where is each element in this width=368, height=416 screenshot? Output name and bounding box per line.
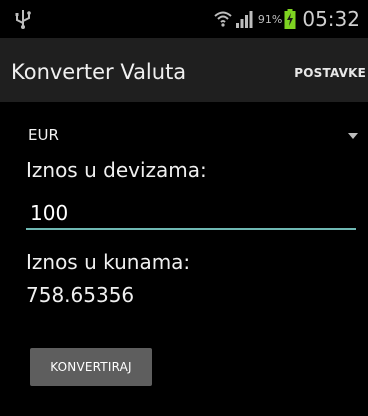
- signal-icon: [235, 11, 253, 28]
- battery-percent: 91%: [257, 12, 283, 26]
- settings-button[interactable]: POSTAVKE: [294, 66, 366, 80]
- battery-charging-icon: [284, 9, 296, 29]
- status-icons: 91% 05:32: [213, 6, 360, 32]
- foreign-amount-label: Iznos u devizama:: [26, 158, 207, 182]
- convert-button[interactable]: KONVERTIRAJ: [30, 348, 152, 386]
- kuna-result-value: 758.65356: [26, 283, 135, 307]
- foreign-amount-input[interactable]: [26, 198, 356, 230]
- status-bar: 91% 05:32: [0, 0, 368, 38]
- kuna-amount-label: Iznos u kunama:: [26, 250, 191, 274]
- currency-spinner[interactable]: EUR: [28, 126, 358, 148]
- clock: 05:32: [302, 7, 360, 31]
- app-title: Konverter Valuta: [11, 60, 187, 84]
- currency-selected: EUR: [28, 126, 59, 144]
- usb-icon: [15, 10, 31, 29]
- action-bar: Konverter Valuta POSTAVKE: [0, 38, 368, 102]
- dropdown-arrow-icon: [348, 133, 358, 139]
- wifi-icon: [214, 11, 232, 27]
